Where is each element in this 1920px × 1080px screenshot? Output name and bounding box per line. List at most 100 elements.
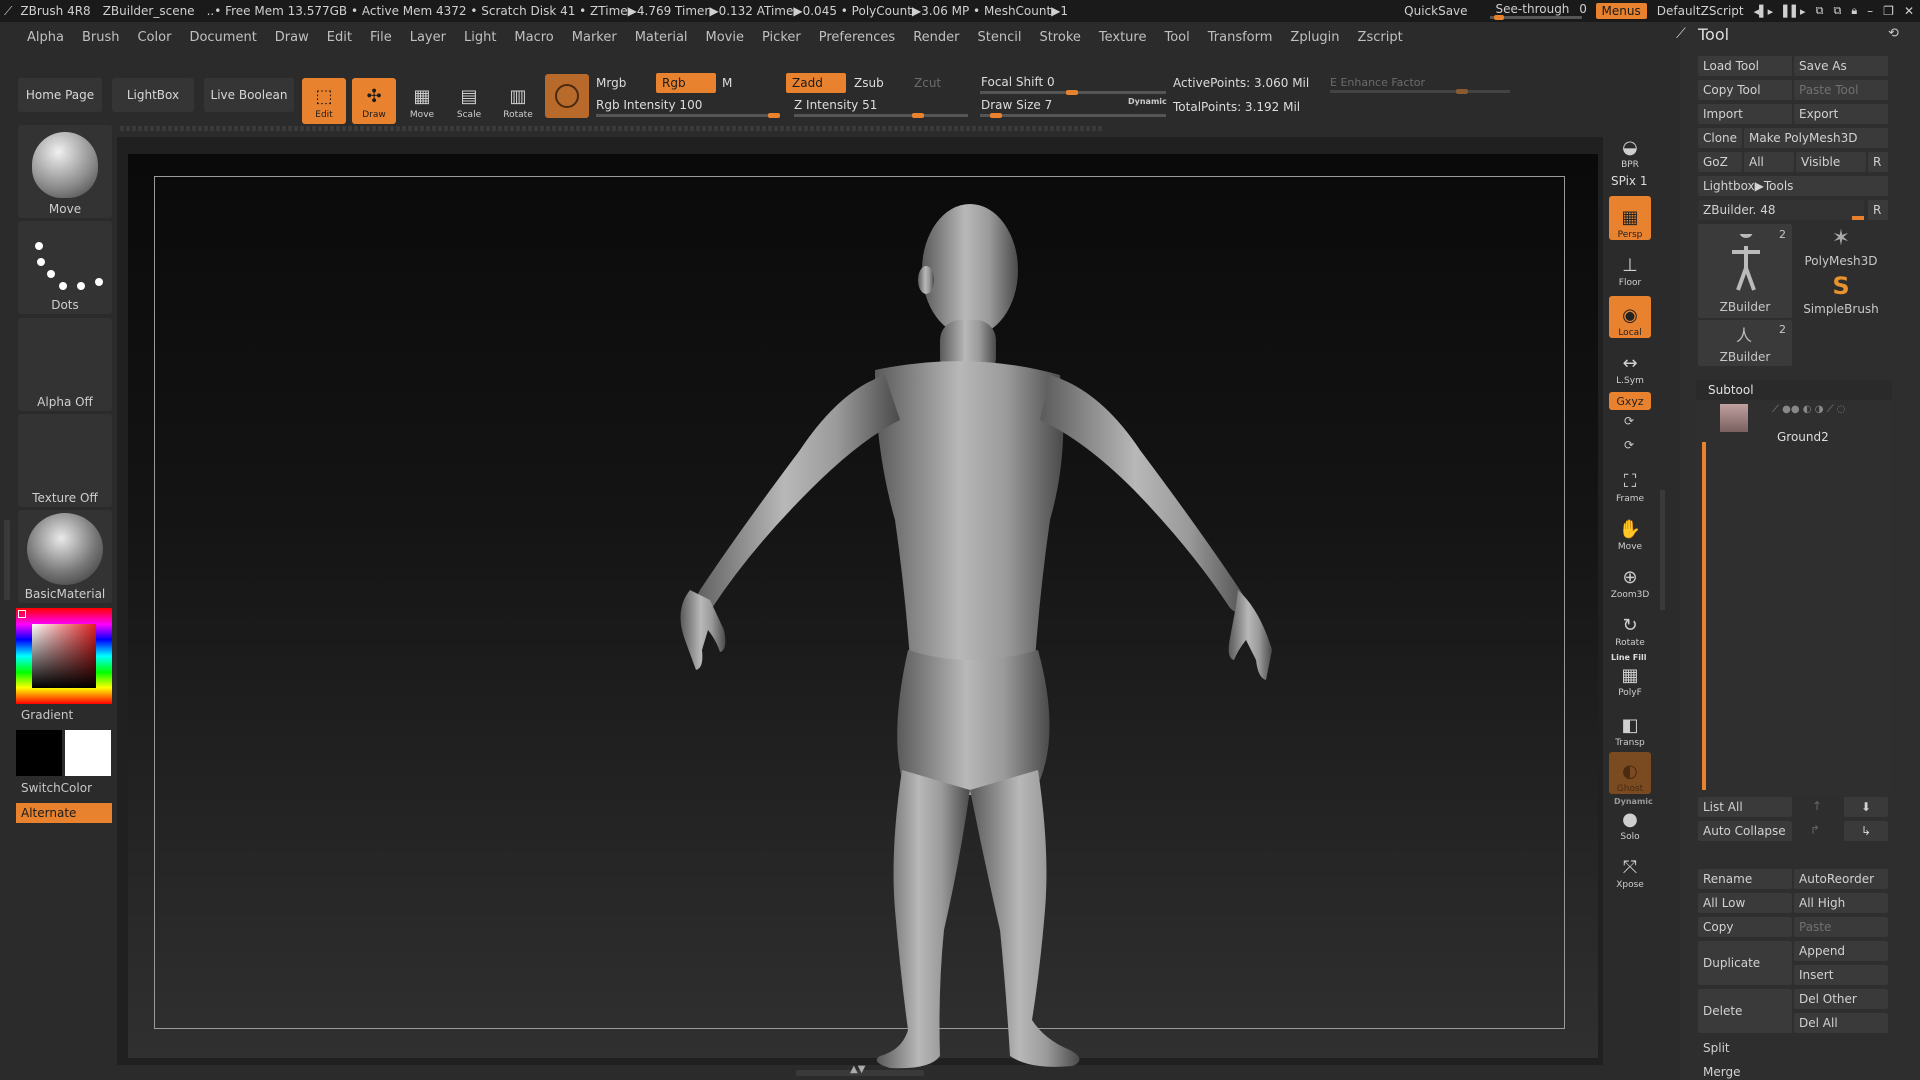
scale-button[interactable]: ▤ Scale (447, 78, 491, 124)
subtool-visibility-icons[interactable]: ⟋ ●● ◐ ◑ ⟋ ◌ (1772, 404, 1846, 415)
menu-texture[interactable]: Texture (1090, 30, 1156, 45)
zcut-toggle[interactable]: Zcut (908, 73, 968, 93)
default-zscript-button[interactable]: DefaultZScript (1657, 4, 1744, 18)
menu-transform[interactable]: Transform (1199, 30, 1282, 45)
ghost-button[interactable]: ◐ Ghost (1609, 752, 1651, 794)
zbuilder-slider-knob[interactable] (1852, 216, 1864, 220)
save-as-button[interactable]: Save As (1794, 56, 1888, 76)
lsym-button[interactable]: ↔ L.Sym (1609, 350, 1651, 387)
menu-picker[interactable]: Picker (753, 30, 810, 45)
dynamic-size-toggle[interactable]: Dynamic (1128, 97, 1167, 106)
enhance-factor-slider[interactable]: E Enhance Factor (1324, 72, 1504, 92)
window2-icon[interactable]: ⧉ (1833, 4, 1841, 18)
home-page-button[interactable]: Home Page (18, 78, 102, 112)
left-tray-handle[interactable] (4, 520, 10, 600)
focal-shift-track[interactable] (980, 90, 1166, 95)
arrow-turn-icon[interactable]: ↱ (1810, 823, 1820, 837)
goz-button[interactable]: GoZ (1698, 152, 1742, 172)
polyf-button[interactable]: ▦ PolyF (1609, 662, 1651, 699)
merge-section[interactable]: Merge (1698, 1062, 1888, 1080)
secondary-color-swatch[interactable] (65, 730, 111, 776)
move-up-icon[interactable]: ↑ (1812, 799, 1822, 813)
all-low-button[interactable]: All Low (1698, 893, 1792, 913)
solo-button[interactable]: ● Solo (1609, 806, 1651, 843)
menu-marker[interactable]: Marker (563, 30, 626, 45)
duplicate-button[interactable]: Duplicate (1698, 941, 1792, 985)
copy-tool-button[interactable]: Copy Tool (1698, 80, 1792, 100)
menu-render[interactable]: Render (904, 30, 968, 45)
alternate-button[interactable]: Alternate (16, 803, 112, 823)
zbuilder-thumb-small[interactable]: 2 人 ZBuilder (1698, 320, 1792, 366)
lock-icon[interactable]: 🔒︎ (1851, 4, 1857, 18)
polymesh-thumb[interactable]: ✶ PolyMesh3D (1794, 224, 1888, 270)
menu-stencil[interactable]: Stencil (968, 30, 1030, 45)
collapse-arrow-icon[interactable]: ▲▼ (850, 1064, 865, 1075)
paste-subtool-button[interactable]: Paste (1794, 917, 1888, 937)
window-icon[interactable]: ⧉ (1816, 4, 1824, 18)
auto-collapse-button[interactable]: Auto Collapse (1698, 821, 1792, 841)
rotate-y-icon[interactable]: ⟳ (1624, 414, 1634, 428)
lightbox-button[interactable]: LightBox (112, 78, 194, 112)
edit-button[interactable]: ⬚ Edit (302, 78, 346, 124)
menu-stroke[interactable]: Stroke (1030, 30, 1089, 45)
alpha-tile[interactable]: Alpha Off (18, 318, 112, 411)
zoom3d-button[interactable]: ⊕ Zoom3D (1609, 558, 1651, 601)
menu-file[interactable]: File (361, 30, 401, 45)
load-tool-button[interactable]: Load Tool (1698, 56, 1792, 76)
menu-light[interactable]: Light (455, 30, 505, 45)
restore-icon[interactable]: ❐ (1883, 4, 1894, 18)
subtool-header[interactable]: Subtool (1696, 380, 1892, 400)
del-all-button[interactable]: Del All (1794, 1013, 1888, 1033)
primary-color-swatch[interactable] (16, 730, 62, 776)
z-intensity-track[interactable] (794, 113, 968, 118)
transp-button[interactable]: ◧ Transp (1609, 708, 1651, 749)
delete-button[interactable]: Delete (1698, 989, 1792, 1033)
draw-button[interactable]: ✣ Draw (352, 78, 396, 124)
local-button[interactable]: ◉ Local (1609, 296, 1651, 338)
menu-layer[interactable]: Layer (401, 30, 455, 45)
menu-preferences[interactable]: Preferences (810, 30, 904, 45)
move-down-button[interactable]: ⬇ (1844, 797, 1888, 817)
spix-slider[interactable]: SPix 1 (1611, 174, 1647, 188)
minimize-icon[interactable]: – (1867, 4, 1873, 18)
split-section[interactable]: Split (1698, 1038, 1888, 1058)
focal-shift-slider[interactable]: Focal Shift 0 (975, 72, 1165, 92)
copy-subtool-button[interactable]: Copy (1698, 917, 1792, 937)
rename-button[interactable]: Rename (1698, 869, 1792, 889)
draw-size-slider[interactable]: Draw Size 7 (975, 95, 1115, 115)
mrgb-toggle[interactable]: Mrgb (590, 73, 650, 93)
goz-all-button[interactable]: All (1744, 152, 1794, 172)
brush-tile[interactable]: Move (18, 125, 112, 218)
import-button[interactable]: Import (1698, 104, 1792, 124)
right-tray-handle[interactable] (1660, 490, 1665, 610)
z-intensity-slider[interactable]: Z Intensity 51 (788, 95, 968, 115)
goz-r-button[interactable]: R (1868, 152, 1888, 172)
menu-movie[interactable]: Movie (697, 30, 753, 45)
make-polymesh-button[interactable]: Make PolyMesh3D (1744, 128, 1888, 148)
persp-button[interactable]: ▦ Persp (1609, 196, 1651, 240)
rotate-view-button[interactable]: ↻ Rotate (1609, 606, 1651, 649)
enhance-factor-track[interactable] (1330, 89, 1510, 94)
layout-icon[interactable]: ◂▌▸ (1754, 5, 1774, 18)
list-all-button[interactable]: List All (1698, 797, 1792, 817)
seethrough-slider[interactable]: See-through 0 (1489, 2, 1587, 20)
human-figure-model[interactable] (640, 190, 1280, 1070)
texture-tile[interactable]: Texture Off (18, 414, 112, 507)
simplebrush-thumb[interactable]: S SimpleBrush (1794, 272, 1888, 318)
lightbox-tools-button[interactable]: Lightbox▶Tools (1698, 176, 1888, 196)
rotate-mode-button[interactable]: ▥ Rotate (496, 78, 540, 124)
del-other-button[interactable]: Del Other (1794, 989, 1888, 1009)
material-tile[interactable]: BasicMaterial (18, 510, 112, 603)
bpr-button[interactable]: ◒ BPR (1609, 128, 1651, 171)
menu-brush[interactable]: Brush (73, 30, 129, 45)
rgb-intensity-slider[interactable]: Rgb Intensity 100 (590, 95, 780, 115)
close-icon[interactable]: ✕ (1904, 4, 1914, 18)
rgb-intensity-track[interactable] (596, 113, 780, 118)
stroke-tile[interactable]: Dots (18, 221, 112, 314)
zsub-toggle[interactable]: Zsub (848, 73, 908, 93)
menus-button[interactable]: Menus (1595, 3, 1647, 19)
menu-alpha[interactable]: Alpha (18, 30, 73, 45)
export-button[interactable]: Export (1794, 104, 1888, 124)
menu-macro[interactable]: Macro (505, 30, 562, 45)
menu-material[interactable]: Material (626, 30, 697, 45)
